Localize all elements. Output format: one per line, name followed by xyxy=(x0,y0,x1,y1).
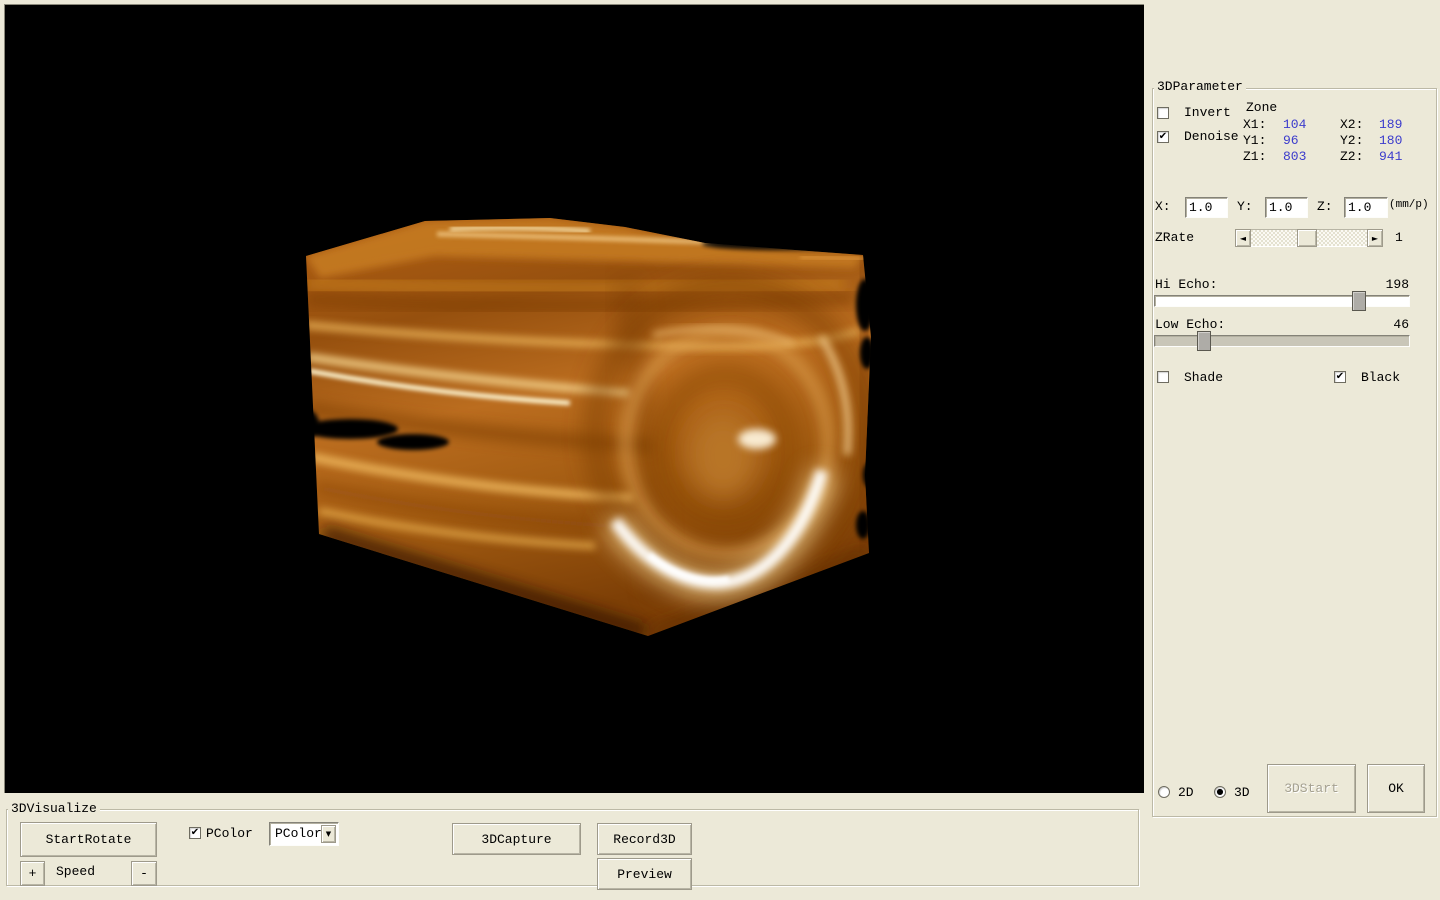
ultrasound-volume-render xyxy=(5,5,1145,794)
start-rotate-button[interactable]: StartRotate xyxy=(20,822,157,857)
zone-title: Zone xyxy=(1246,100,1277,115)
zrate-value: 1 xyxy=(1395,230,1403,245)
pcolor-label: PColor xyxy=(206,826,253,841)
chevron-down-icon: ▼ xyxy=(326,830,331,838)
zone-x2-value: 189 xyxy=(1379,117,1402,132)
zone-y2-label: Y2: xyxy=(1340,133,1363,148)
parameter-group-title: 3DParameter xyxy=(1154,79,1246,94)
preview-button[interactable]: Preview xyxy=(597,858,692,890)
denoise-label: Denoise xyxy=(1184,129,1239,144)
zone-y1-value: 96 xyxy=(1283,133,1299,148)
x-spacing-input[interactable] xyxy=(1185,197,1228,218)
record3d-button[interactable]: Record3D xyxy=(597,823,692,855)
y-spacing-label: Y: xyxy=(1237,199,1253,214)
mode-3d-dot: ● xyxy=(1215,787,1225,797)
pcolor-checkbox[interactable]: ✔ xyxy=(189,827,201,839)
low-echo-value: 46 xyxy=(1376,317,1409,332)
spacing-unit-label: (mm/p) xyxy=(1389,198,1429,213)
z-spacing-input[interactable] xyxy=(1344,197,1388,218)
zone-z1-label: Z1: xyxy=(1243,149,1266,164)
start3d-button[interactable]: 3DStart xyxy=(1267,764,1356,813)
invert-checkbox[interactable] xyxy=(1157,107,1169,119)
denoise-checkmark: ✔ xyxy=(1158,132,1168,142)
zone-x1-label: X1: xyxy=(1243,117,1266,132)
mode-3d-label: 3D xyxy=(1234,785,1250,800)
hi-echo-thumb[interactable] xyxy=(1352,291,1366,311)
zrate-scrollbar[interactable]: ◄ ► xyxy=(1235,229,1383,247)
x-spacing-label: X: xyxy=(1155,199,1171,214)
pcolor-dropdown[interactable]: PColor ▼ xyxy=(269,822,339,846)
zone-y2-value: 180 xyxy=(1379,133,1402,148)
visualize-group-title: 3DVisualize xyxy=(8,801,100,816)
hi-echo-track[interactable] xyxy=(1154,295,1410,307)
parameter-panel: 3DParameter Invert ✔ Denoise Zone X1: 10… xyxy=(1146,0,1440,900)
hi-echo-label: Hi Echo: xyxy=(1155,277,1217,292)
shade-label: Shade xyxy=(1184,370,1223,385)
mode-2d-radio[interactable] xyxy=(1158,786,1170,798)
y-spacing-input[interactable] xyxy=(1265,197,1308,218)
zrate-left-arrow[interactable]: ◄ xyxy=(1235,229,1251,247)
black-checkmark: ✔ xyxy=(1335,372,1345,382)
pcolor-dropdown-button[interactable]: ▼ xyxy=(321,825,336,843)
render-viewport[interactable] xyxy=(4,4,1144,793)
zrate-right-arrow[interactable]: ► xyxy=(1367,229,1383,247)
zrate-thumb[interactable] xyxy=(1297,229,1317,247)
speed-label: Speed xyxy=(56,864,95,879)
speed-plus-button[interactable]: + xyxy=(20,861,45,886)
invert-label: Invert xyxy=(1184,105,1231,120)
right-arrow-icon: ► xyxy=(1372,234,1378,243)
low-echo-thumb[interactable] xyxy=(1197,331,1211,351)
low-echo-track[interactable] xyxy=(1154,335,1410,347)
zone-z1-value: 803 xyxy=(1283,149,1306,164)
mode-2d-label: 2D xyxy=(1178,785,1194,800)
capture3d-button[interactable]: 3DCapture xyxy=(452,823,581,855)
visualize-panel: 3DVisualize StartRotate + Speed - ✔ PCol… xyxy=(0,794,1144,900)
mode-3d-radio[interactable]: ● xyxy=(1214,786,1226,798)
black-checkbox[interactable]: ✔ xyxy=(1334,371,1346,383)
shade-checkbox[interactable] xyxy=(1157,371,1169,383)
ok-button[interactable]: OK xyxy=(1367,764,1425,813)
denoise-checkbox[interactable]: ✔ xyxy=(1157,131,1169,143)
pcolor-dropdown-value: PColor xyxy=(275,826,322,841)
hi-echo-value: 198 xyxy=(1376,277,1409,292)
zone-z2-value: 941 xyxy=(1379,149,1402,164)
zone-x1-value: 104 xyxy=(1283,117,1306,132)
zone-y1-label: Y1: xyxy=(1243,133,1266,148)
zone-z2-label: Z2: xyxy=(1340,149,1363,164)
pcolor-checkmark: ✔ xyxy=(190,828,200,838)
z-spacing-label: Z: xyxy=(1317,199,1333,214)
zone-x2-label: X2: xyxy=(1340,117,1363,132)
black-label: Black xyxy=(1361,370,1400,385)
low-echo-label: Low Echo: xyxy=(1155,317,1225,332)
zrate-label: ZRate xyxy=(1155,230,1194,245)
speed-minus-button[interactable]: - xyxy=(131,861,157,886)
left-arrow-icon: ◄ xyxy=(1240,234,1246,243)
